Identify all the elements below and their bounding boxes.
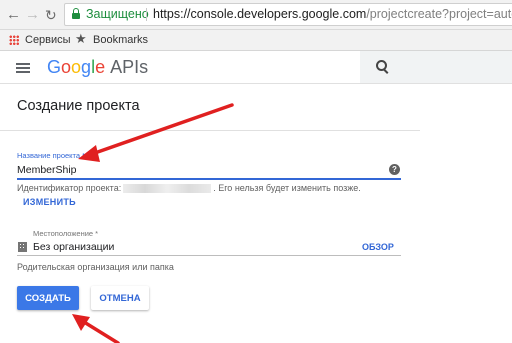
url-divider — [146, 8, 147, 21]
bookmark-bookmarks[interactable]: Bookmarks — [93, 30, 148, 50]
logo-suffix: APIs — [110, 57, 149, 77]
forward-arrow-icon[interactable]: → — [25, 6, 40, 24]
browser-toolbar: ← → ↻ Защищено https://console.developer… — [0, 0, 512, 30]
bookmarks-bar: Сервисы ★ Bookmarks — [0, 30, 512, 51]
building-icon — [18, 242, 27, 252]
create-button[interactable]: СОЗДАТЬ — [17, 286, 79, 310]
search-icon[interactable] — [376, 60, 387, 71]
url-host: https://console.developers.google.com — [153, 7, 367, 21]
menu-icon[interactable] — [16, 63, 30, 73]
location-underline — [17, 255, 401, 256]
page-title: Создание проекта — [17, 98, 140, 114]
title-divider — [0, 130, 420, 131]
lock-icon — [72, 8, 80, 19]
cancel-button[interactable]: ОТМЕНА — [91, 286, 149, 310]
reload-icon[interactable]: ↻ — [45, 6, 57, 24]
project-name-input[interactable] — [17, 162, 401, 180]
bookmark-apps[interactable]: Сервисы — [25, 30, 71, 50]
project-id-prefix: Идентификатор проекта: — [17, 183, 122, 193]
project-id-suffix: . Его нельзя будет изменить позже. — [213, 183, 361, 193]
project-id-redacted — [123, 184, 212, 194]
browse-button[interactable]: ОБЗОР — [362, 242, 394, 252]
create-project-card: Создание проекта Название проекта * ? Ид… — [0, 84, 512, 343]
back-arrow-icon[interactable]: ← — [6, 6, 21, 24]
project-name-label: Название проекта * — [17, 151, 86, 160]
star-icon[interactable]: ★ — [75, 29, 87, 49]
location-label: Местоположение * — [33, 229, 99, 238]
apps-grid-icon[interactable] — [9, 35, 19, 45]
app-header: Google APIs — [0, 51, 512, 84]
location-hint: Родительская организация или папка — [17, 262, 174, 272]
url-text: https://console.developers.google.com/pr… — [153, 4, 512, 25]
location-value[interactable]: Без организации — [33, 241, 114, 253]
address-bar[interactable]: Защищено https://console.developers.goog… — [64, 3, 512, 26]
google-apis-logo[interactable]: Google APIs — [47, 56, 148, 78]
security-label: Защищено — [86, 7, 149, 21]
url-path: /projectcreate?project=autoweboffice- — [366, 7, 512, 21]
help-icon[interactable]: ? — [389, 164, 400, 175]
project-id-info: Идентификатор проекта: . Его нельзя будет… — [17, 183, 361, 194]
search-box[interactable] — [360, 51, 512, 83]
change-project-id-link[interactable]: ИЗМЕНИТЬ — [23, 197, 76, 207]
